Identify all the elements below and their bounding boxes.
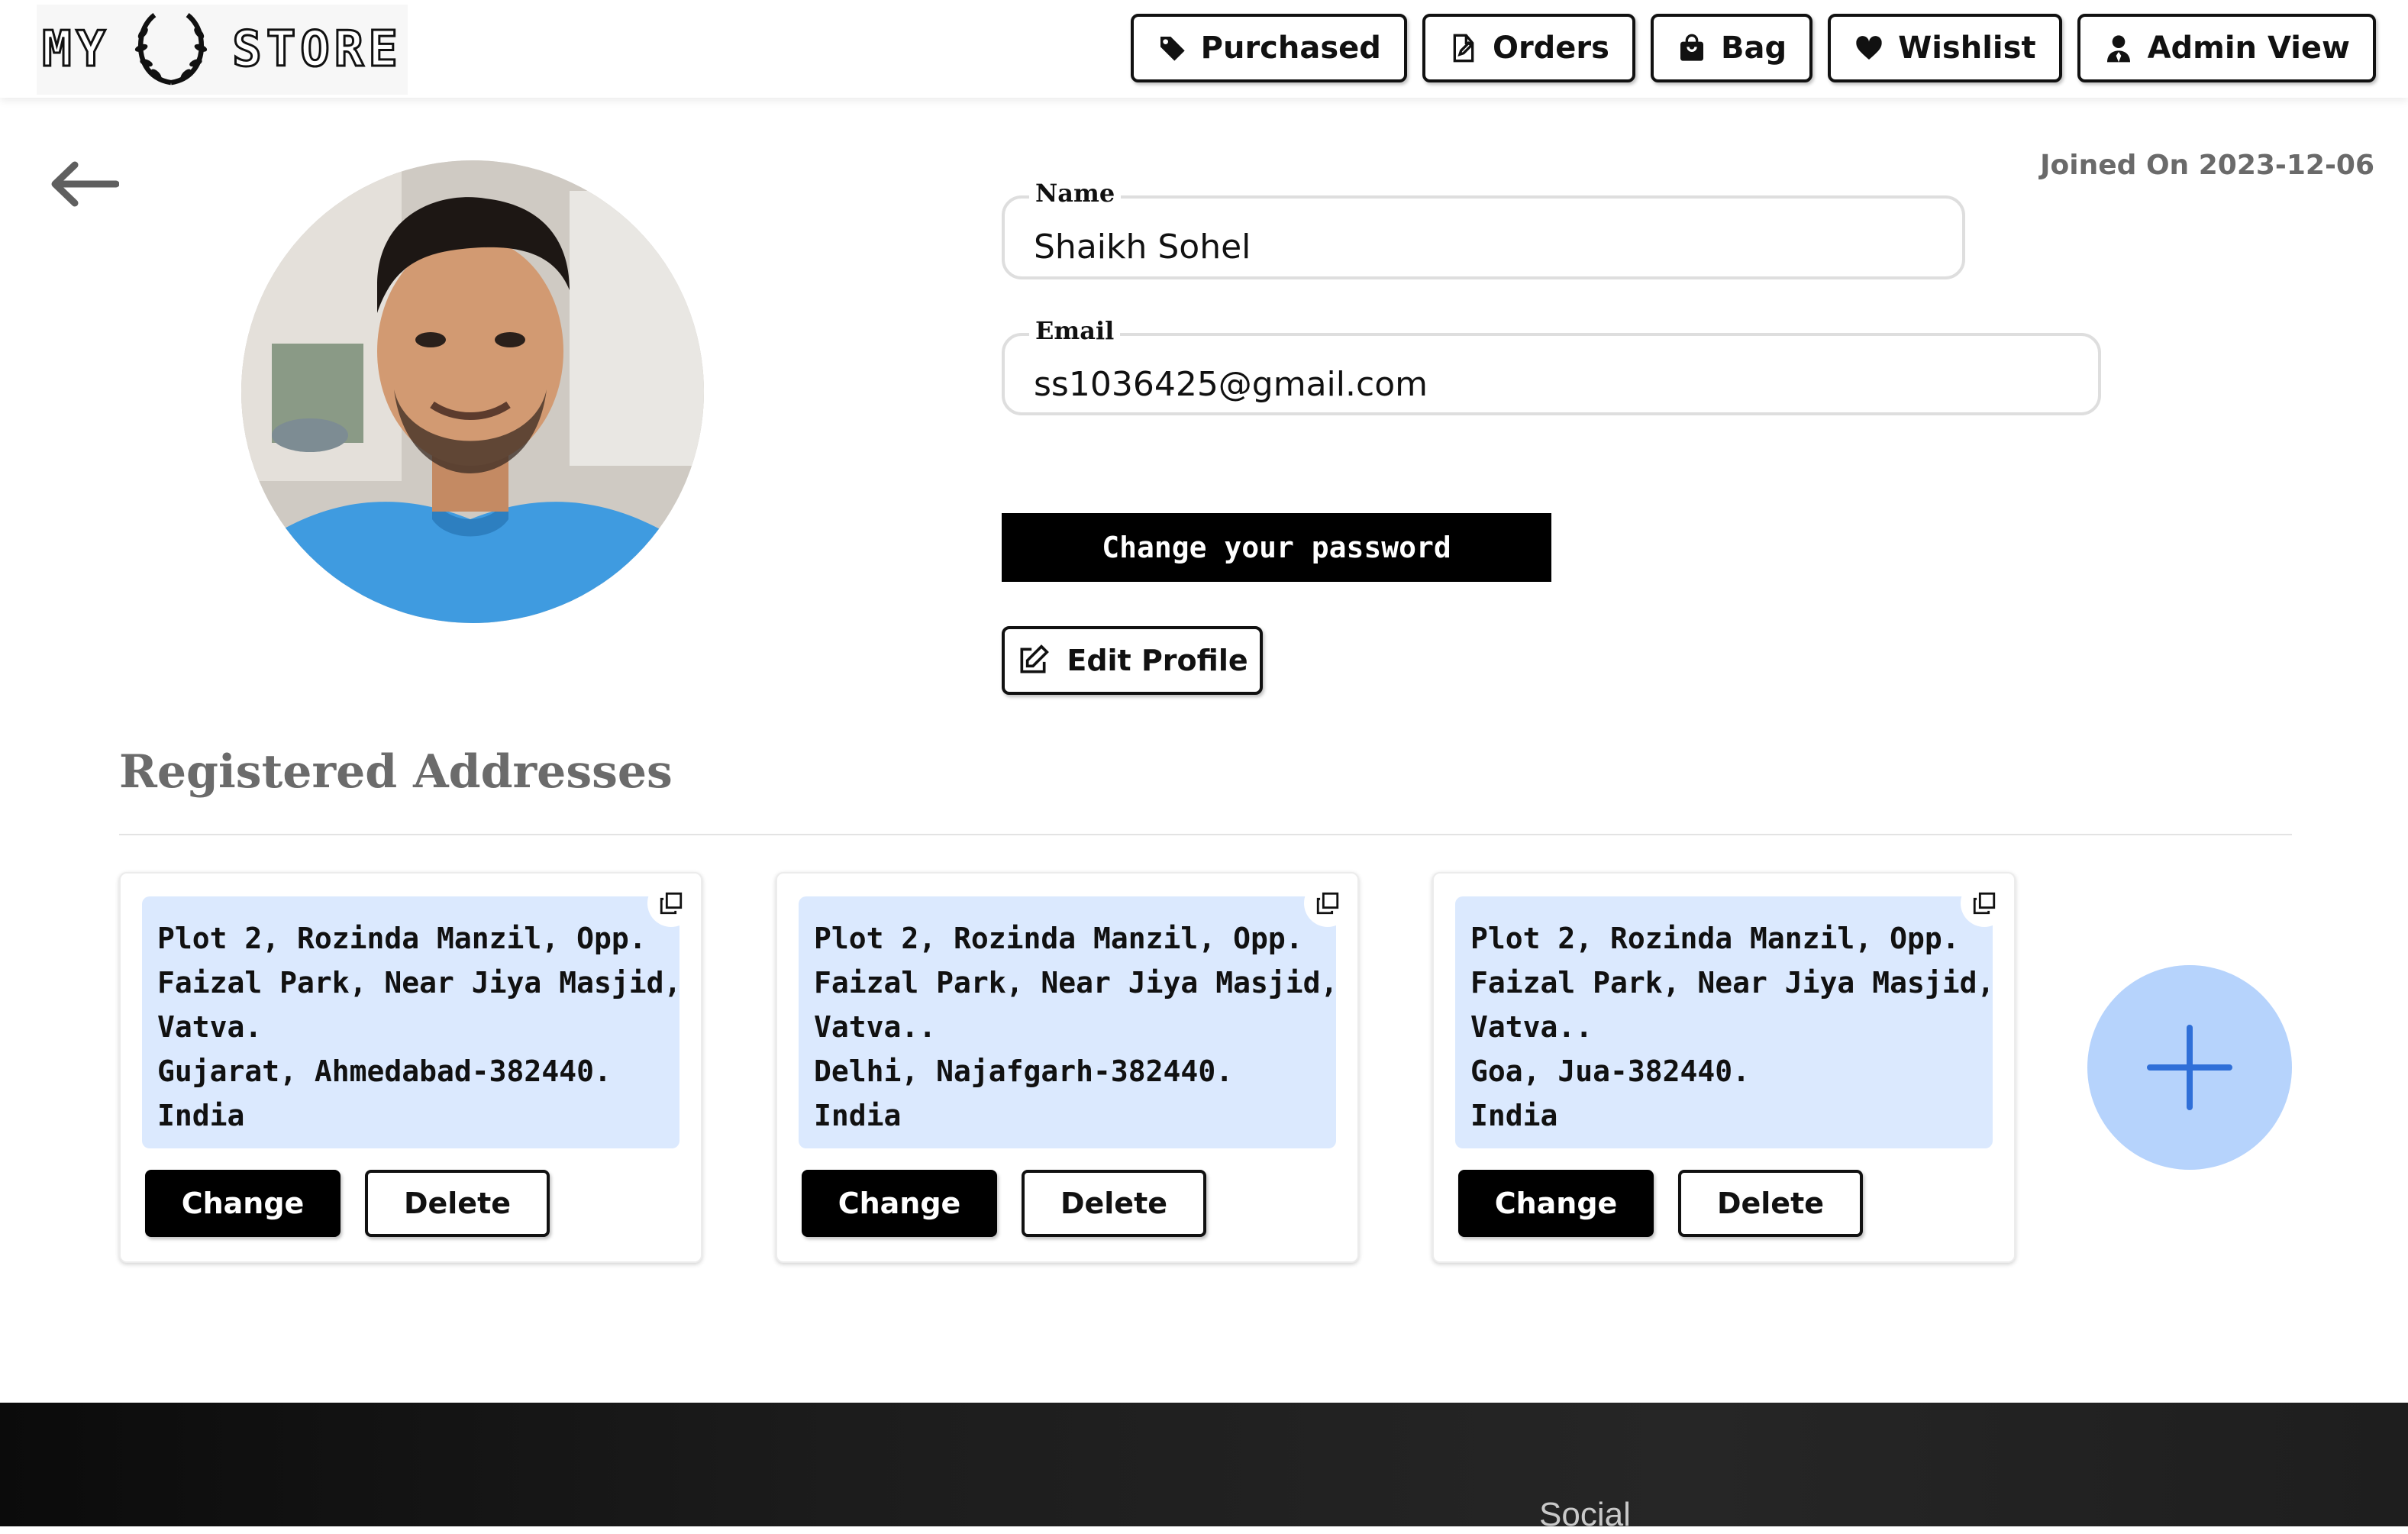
nav-wishlist-label: Wishlist — [1898, 31, 2036, 66]
copy-icon[interactable] — [647, 880, 695, 927]
copy-icon[interactable] — [1304, 880, 1351, 927]
section-divider — [119, 834, 2292, 835]
nav-bag-button[interactable]: Bag — [1650, 14, 1813, 82]
joined-date: Joined On 2023-12-06 — [2040, 150, 2374, 181]
address-line: Vatva. — [157, 1010, 263, 1044]
change-address-button[interactable]: Change — [802, 1170, 997, 1237]
address-line: Vatva.. — [1470, 1010, 1593, 1044]
laurel-wreath-icon — [135, 13, 208, 86]
name-field-value: Shaikh Sohel — [1034, 228, 1251, 266]
edit-profile-label: Edit Profile — [1067, 644, 1248, 677]
change-address-button[interactable]: Change — [1458, 1170, 1654, 1237]
shopping-bag-icon — [1680, 34, 1703, 61]
address-card: Plot 2, Rozinda Manzil, Opp. Faizal Park… — [776, 872, 1359, 1263]
address-text: Plot 2, Rozinda Manzil, Opp. Faizal Park… — [142, 896, 682, 1148]
name-field-label: Name — [1029, 179, 1122, 208]
address-line: Faizal Park, Near Jiya Masjid, — [157, 966, 682, 1000]
back-arrow-icon[interactable] — [49, 159, 119, 209]
address-line: Plot 2, Rozinda Manzil, Opp. — [814, 922, 1303, 955]
nav-buttons: Purchased Orders Bag Wishlist Admin View — [1130, 14, 2376, 82]
logo-word-my: MY — [41, 21, 111, 79]
address-line: India — [814, 1099, 902, 1132]
address-line: India — [1470, 1099, 1558, 1132]
address-line: Gujarat, Ahmedabad-382440. — [157, 1054, 612, 1088]
tag-icon — [1158, 37, 1185, 61]
email-field-value: ss1036425@gmail.com — [1034, 365, 1428, 404]
address-line: Faizal Park, Near Jiya Masjid, — [1470, 966, 1995, 1000]
logo-word-store: STORE — [231, 21, 402, 79]
nav-orders-label: Orders — [1492, 31, 1609, 66]
copy-icon[interactable] — [1961, 880, 2008, 927]
address-line: Plot 2, Rozinda Manzil, Opp. — [1470, 922, 1960, 955]
name-field[interactable]: Name Shaikh Sohel — [1002, 179, 1965, 279]
footer-social-heading: Social — [1539, 1496, 1631, 1533]
address-line: Faizal Park, Near Jiya Masjid, — [814, 966, 1338, 1000]
edit-profile-button[interactable]: Edit Profile — [1002, 626, 1263, 695]
delete-address-button[interactable]: Delete — [1678, 1170, 1863, 1237]
footer: Social — [0, 1403, 2408, 1533]
email-field-label: Email — [1029, 316, 1121, 345]
nav-wishlist-button[interactable]: Wishlist — [1828, 14, 2062, 82]
nav-admin-view-label: Admin View — [2147, 31, 2350, 66]
nav-bag-label: Bag — [1720, 31, 1787, 66]
nav-admin-view-button[interactable]: Admin View — [2077, 14, 2376, 82]
address-line: Goa, Jua-382440. — [1470, 1054, 1751, 1088]
address-text: Plot 2, Rozinda Manzil, Opp. Faizal Park… — [1455, 896, 1995, 1148]
email-field[interactable]: Email ss1036425@gmail.com — [1002, 316, 2101, 415]
address-line: Vatva.. — [814, 1010, 937, 1044]
top-navbar: MY STORE Purchased Orders Bag Wishlist A… — [0, 0, 2408, 98]
change-password-button[interactable]: Change your password — [1002, 513, 1551, 582]
plus-icon — [2147, 1025, 2232, 1110]
edit-icon — [1020, 644, 1050, 673]
address-actions: Change Delete — [802, 1170, 1206, 1237]
edit-document-icon — [1453, 34, 1474, 63]
nav-purchased-label: Purchased — [1200, 31, 1381, 66]
address-text: Plot 2, Rozinda Manzil, Opp. Faizal Park… — [799, 896, 1338, 1148]
address-actions: Change Delete — [1458, 1170, 1863, 1237]
store-logo[interactable]: MY STORE — [37, 5, 408, 95]
user-admin-icon — [2106, 35, 2130, 63]
heart-icon — [1856, 36, 1882, 60]
registered-addresses-title: Registered Addresses — [119, 745, 673, 799]
nav-purchased-button[interactable]: Purchased — [1130, 14, 1407, 82]
address-card: Plot 2, Rozinda Manzil, Opp. Faizal Park… — [119, 872, 702, 1263]
delete-address-button[interactable]: Delete — [365, 1170, 550, 1237]
nav-orders-button[interactable]: Orders — [1422, 14, 1635, 82]
change-address-button[interactable]: Change — [145, 1170, 341, 1237]
address-line: Delhi, Najafgarh-382440. — [814, 1054, 1234, 1088]
delete-address-button[interactable]: Delete — [1022, 1170, 1206, 1237]
address-actions: Change Delete — [145, 1170, 550, 1237]
address-card: Plot 2, Rozinda Manzil, Opp. Faizal Park… — [1432, 872, 2016, 1263]
profile-avatar — [241, 160, 704, 623]
address-line: India — [157, 1099, 245, 1132]
address-line: Plot 2, Rozinda Manzil, Opp. — [157, 922, 647, 955]
add-address-button[interactable] — [2087, 965, 2292, 1170]
